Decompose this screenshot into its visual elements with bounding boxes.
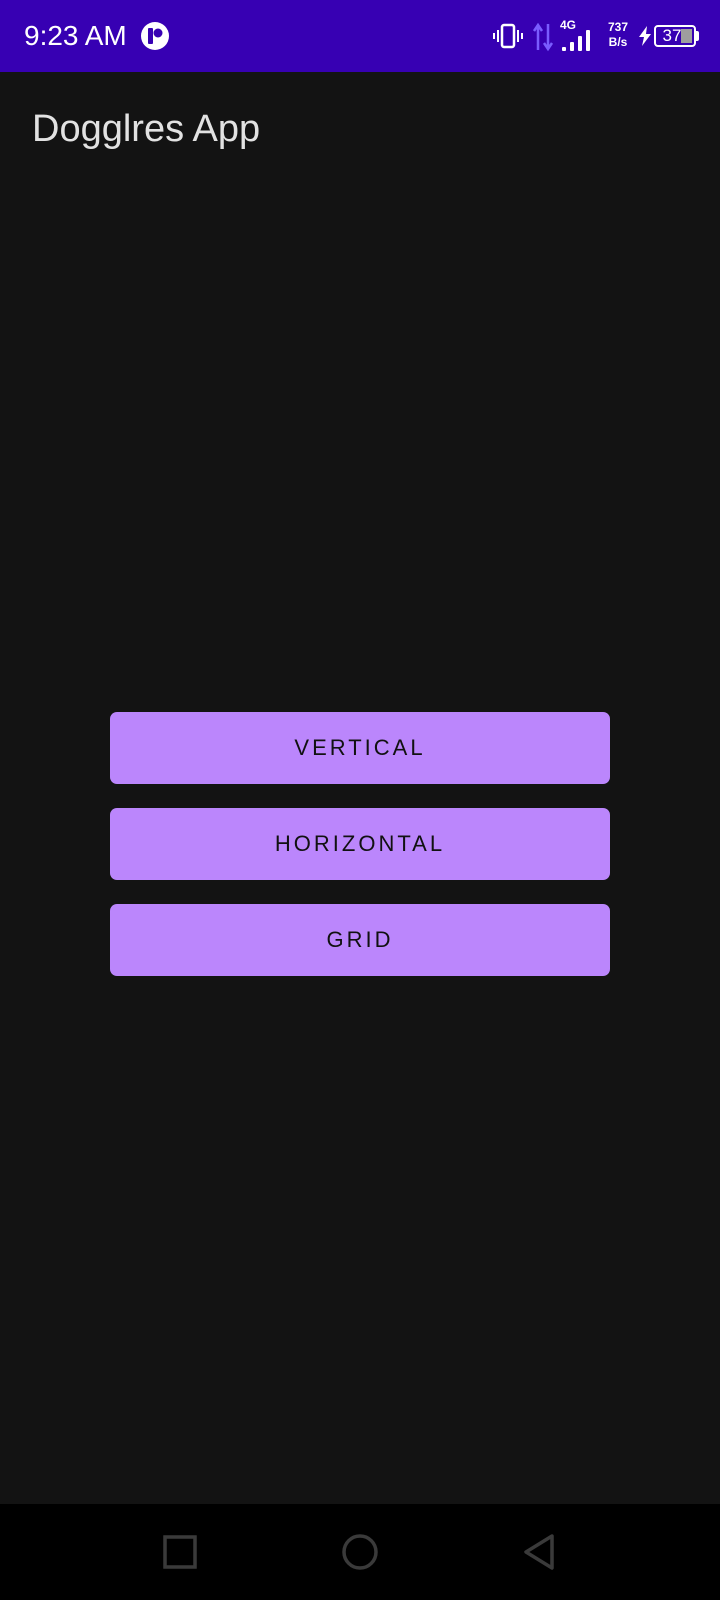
- battery-level: 37: [662, 26, 682, 45]
- data-arrows-icon: [532, 22, 554, 52]
- horizontal-button[interactable]: HORIZONTAL: [110, 808, 610, 880]
- recents-icon[interactable]: [158, 1530, 202, 1574]
- signal-icon: [562, 30, 590, 51]
- battery-tip: [696, 31, 699, 41]
- grid-button[interactable]: GRID: [110, 904, 610, 976]
- battery-icon: 37: [654, 25, 696, 47]
- home-icon[interactable]: [338, 1530, 382, 1574]
- status-bar: 9:23 AM 4G 737 B/s 37: [0, 0, 720, 72]
- net-speed-value: 737: [607, 20, 629, 34]
- app-notification-icon: [141, 22, 169, 50]
- vertical-button[interactable]: VERTICAL: [110, 712, 610, 784]
- net-speed: 737 B/s: [604, 20, 632, 50]
- signal-group: 4G: [560, 18, 596, 52]
- app-title: Dogglres App: [32, 108, 261, 150]
- navigation-bar: [0, 1504, 720, 1600]
- vibrate-icon: [493, 23, 523, 49]
- net-speed-unit: B/s: [608, 35, 628, 49]
- status-time: 9:23 AM: [24, 20, 127, 51]
- back-icon[interactable]: [518, 1530, 562, 1574]
- charging-icon: [639, 26, 651, 46]
